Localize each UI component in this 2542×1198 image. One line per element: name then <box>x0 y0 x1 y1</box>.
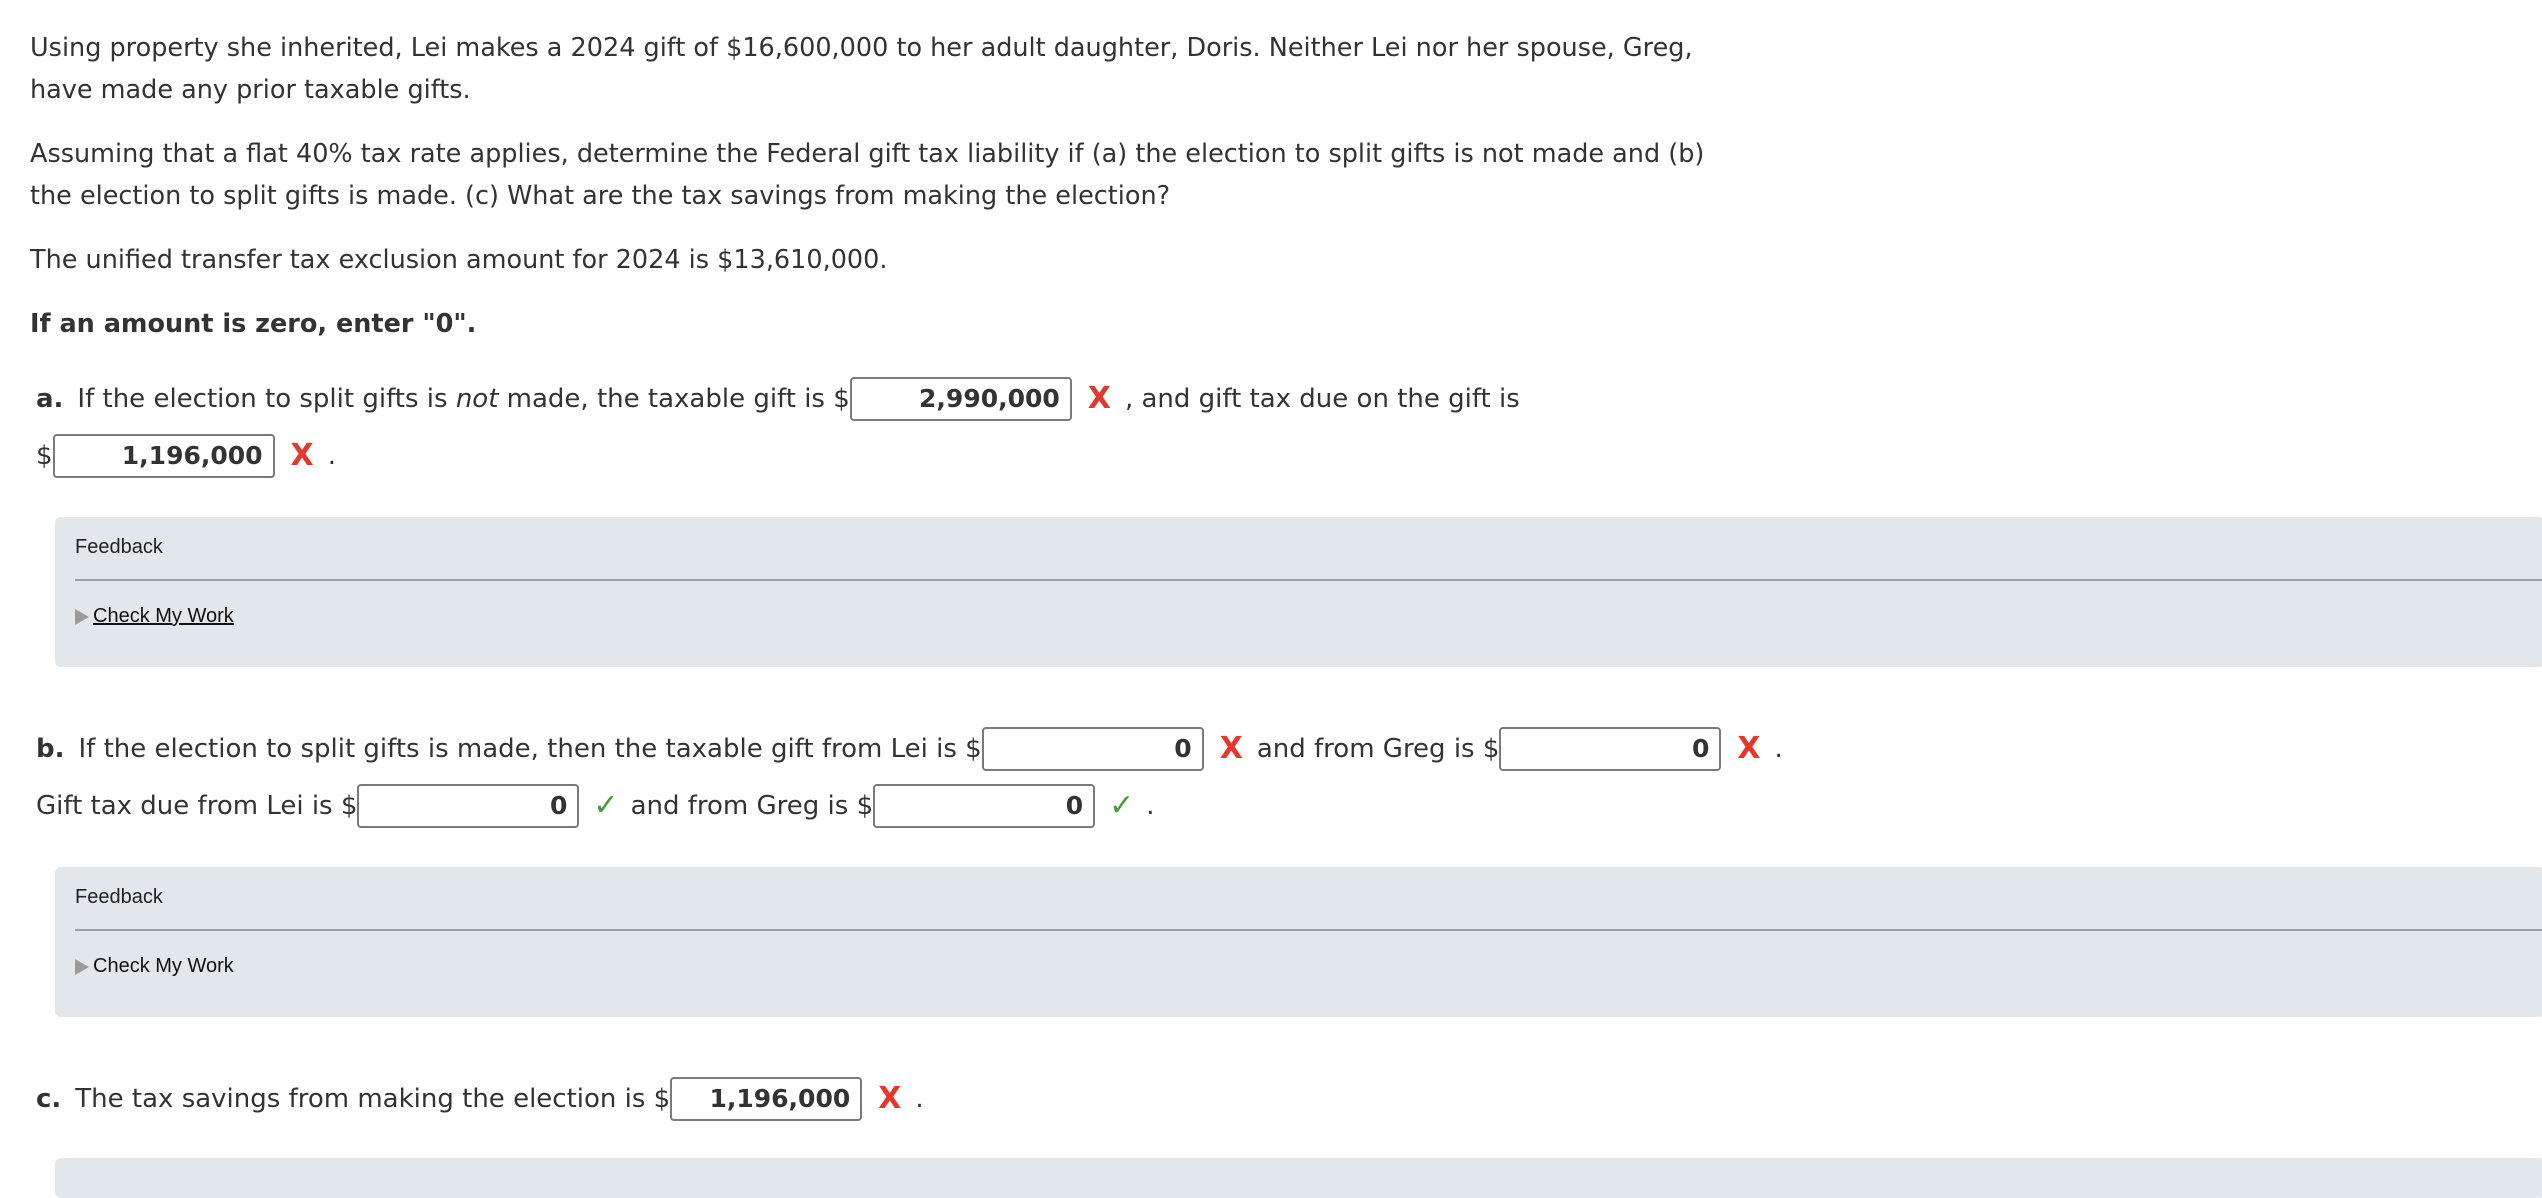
tax-savings-input[interactable]: 1,196,000 <box>670 1077 863 1121</box>
check-my-work-toggle[interactable]: Check My Work <box>75 955 234 978</box>
part-a-text-1: If the election to split gifts is <box>77 384 448 414</box>
expand-triangle-icon <box>75 958 89 975</box>
taxable-gift-input[interactable]: 2,990,000 <box>849 377 1072 421</box>
problem-paragraph-2: Assuming that a flat 40% tax rate applie… <box>30 139 1705 211</box>
part-b-line-1: b. If the election to split gifts is mad… <box>36 727 1783 771</box>
correct-check-icon: ✓ <box>593 788 619 823</box>
part-b-text-2: and from Greg is $ <box>1256 734 1500 764</box>
check-my-work-link[interactable]: Check My Work <box>93 605 234 628</box>
check-my-work-link[interactable]: Check My Work <box>93 955 234 978</box>
incorrect-x-icon: X <box>290 438 314 473</box>
period: . <box>327 441 336 471</box>
part-b-line-2: Gift tax due from Lei is $ 0 ✓ and from … <box>36 784 1155 828</box>
problem-paragraph-1: Using property she inherited, Lei makes … <box>30 33 1693 105</box>
part-a-text-2: made, the taxable gift is $ <box>506 384 850 414</box>
feedback-title: Feedback <box>75 536 163 558</box>
lei-taxable-gift-input[interactable]: 0 <box>981 727 1204 771</box>
incorrect-x-icon: X <box>878 1081 902 1116</box>
part-a-text-3: , and gift tax due on the gift is <box>1124 384 1520 414</box>
question-page: Using property she inherited, Lei makes … <box>0 0 2542 1198</box>
part-a-label: a. <box>36 384 64 414</box>
greg-gift-tax-input[interactable]: 0 <box>873 784 1096 828</box>
part-c-line: c. The tax savings from making the elect… <box>36 1077 924 1121</box>
gift-tax-input[interactable]: 1,196,000 <box>52 434 275 478</box>
feedback-panel-b: Feedback Check My Work <box>55 867 2542 1017</box>
incorrect-x-icon: X <box>1737 731 1761 766</box>
part-a-line-2: $ 1,196,000 X . <box>36 434 336 478</box>
incorrect-x-icon: X <box>1219 731 1243 766</box>
check-my-work-toggle[interactable]: Check My Work <box>75 605 234 628</box>
feedback-panel-a: Feedback Check My Work <box>55 517 2542 667</box>
feedback-title: Feedback <box>75 886 163 908</box>
part-b-text-4: and from Greg is $ <box>630 791 874 821</box>
part-c-text-1: The tax savings from making the election… <box>75 1084 671 1114</box>
part-b-label: b. <box>36 734 65 764</box>
period: . <box>1774 734 1783 764</box>
problem-paragraph-3: The unified transfer tax exclusion amoun… <box>30 245 888 275</box>
dollar-sign: $ <box>36 441 53 471</box>
feedback-panel-c <box>55 1158 2542 1198</box>
feedback-divider <box>75 929 2542 931</box>
period: . <box>1146 791 1155 821</box>
part-b-text-1: If the election to split gifts is made, … <box>78 734 982 764</box>
lei-gift-tax-input[interactable]: 0 <box>357 784 580 828</box>
zero-instruction: If an amount is zero, enter "0". <box>30 309 477 339</box>
feedback-divider <box>75 579 2542 581</box>
period: . <box>915 1084 924 1114</box>
part-b-text-3: Gift tax due from Lei is $ <box>36 791 358 821</box>
incorrect-x-icon: X <box>1087 381 1111 416</box>
greg-taxable-gift-input[interactable]: 0 <box>1499 727 1722 771</box>
part-a-italic-not: not <box>455 384 499 414</box>
part-a-line-1: a. If the election to split gifts is not… <box>36 377 1520 421</box>
part-c-label: c. <box>36 1084 62 1114</box>
correct-check-icon: ✓ <box>1109 788 1135 823</box>
expand-triangle-icon <box>75 608 89 625</box>
